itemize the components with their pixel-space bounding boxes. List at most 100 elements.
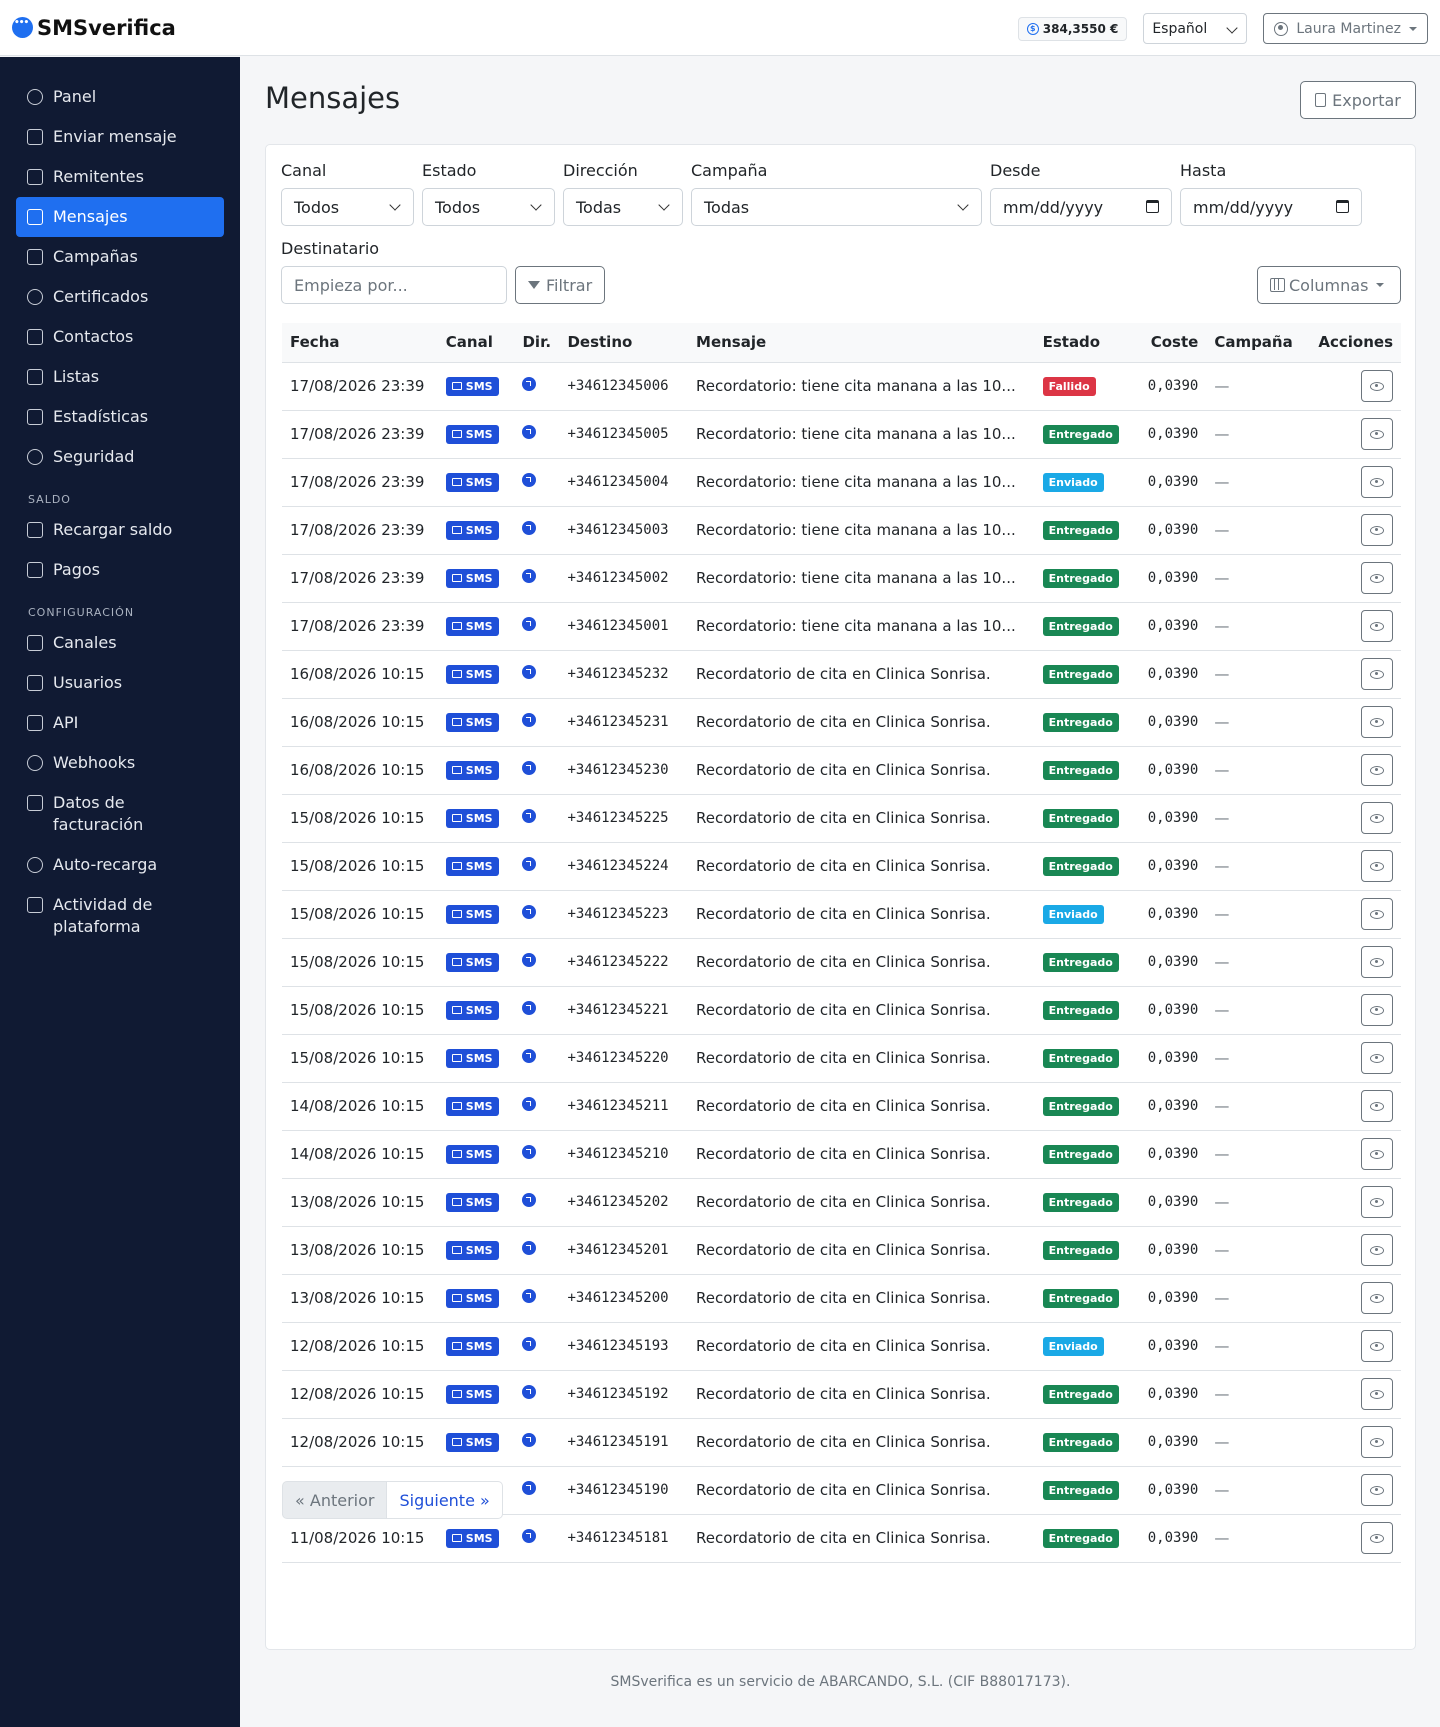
sidebar-item-canales[interactable]: Canales [16, 623, 224, 663]
cell-fecha: 13/08/2026 10:15 [282, 1226, 438, 1275]
view-message-button[interactable] [1361, 994, 1393, 1026]
sidebar-item-listas[interactable]: Listas [16, 357, 224, 397]
sidebar-item-api[interactable]: API [16, 703, 224, 743]
view-message-button[interactable] [1361, 898, 1393, 930]
sidebar-item-contactos[interactable]: Contactos [16, 317, 224, 357]
cell-estado: Entregado [1034, 1178, 1127, 1227]
sidebar-item-label: API [53, 713, 79, 732]
channel-label: SMS [465, 523, 493, 537]
eye-icon [1370, 1245, 1384, 1255]
view-message-button[interactable] [1361, 1330, 1393, 1362]
cell-estado: Enviado [1034, 890, 1127, 939]
view-message-button[interactable] [1361, 1186, 1393, 1218]
sidebar-section-configuracion: CONFIGURACIÓN [28, 606, 135, 619]
sidebar-item-enviar-mensaje[interactable]: Enviar mensaje [16, 117, 224, 157]
header-campana[interactable]: Campaña [1206, 323, 1307, 363]
view-message-button[interactable] [1361, 466, 1393, 498]
cell-dir [514, 1130, 560, 1179]
chat-square-icon [451, 1006, 462, 1015]
user-menu-button[interactable]: Laura Martinez [1263, 13, 1428, 44]
calendar-icon[interactable] [1146, 200, 1159, 213]
sidebar-item-remitentes[interactable]: Remitentes [16, 157, 224, 197]
chat-square-icon [451, 766, 462, 775]
view-message-button[interactable] [1361, 418, 1393, 450]
cell-dir [514, 746, 560, 795]
cell-acciones [1306, 362, 1401, 411]
cell-destino: +34612345005 [559, 410, 689, 459]
calendar-icon[interactable] [1336, 200, 1349, 213]
sidebar-item-auto-recarga[interactable]: Auto-recarga [16, 845, 224, 885]
destinatario-input[interactable]: Empieza por... [281, 266, 507, 304]
view-message-button[interactable] [1361, 754, 1393, 786]
hasta-date-input[interactable]: mm/dd/yyyy [1180, 188, 1362, 226]
cell-dir [514, 1466, 560, 1515]
sidebar-item-certificados[interactable]: Certificados [16, 277, 224, 317]
cell-estado: Entregado [1034, 506, 1127, 555]
header-estado[interactable]: Estado [1034, 323, 1127, 363]
filter-button[interactable]: Filtrar [515, 266, 606, 304]
sidebar-item-usuarios[interactable]: Usuarios [16, 663, 224, 703]
sidebar-item-mensajes[interactable]: Mensajes [16, 197, 224, 237]
prev-page-button[interactable]: « Anterior [282, 1481, 388, 1519]
sidebar-item-panel[interactable]: Panel [16, 77, 224, 117]
header-fecha[interactable]: Fecha [282, 323, 438, 363]
view-message-button[interactable] [1361, 1474, 1393, 1506]
view-message-button[interactable] [1361, 370, 1393, 402]
cell-campana: — [1206, 1514, 1307, 1563]
receipt-icon [27, 562, 43, 578]
language-select[interactable]: Español [1143, 13, 1248, 44]
canal-select[interactable]: Todos [281, 188, 414, 226]
sidebar-item-recargar-saldo[interactable]: Recargar saldo [16, 510, 224, 550]
desde-date-input[interactable]: mm/dd/yyyy [990, 188, 1172, 226]
cell-fecha: 17/08/2026 23:39 [282, 410, 438, 459]
brand-logo[interactable]: SMSverifica [12, 16, 176, 40]
next-page-button[interactable]: Siguiente » [387, 1481, 503, 1519]
export-button[interactable]: Exportar [1300, 81, 1416, 119]
estado-select[interactable]: Todos [422, 188, 555, 226]
status-badge: Entregado [1042, 1049, 1119, 1068]
building-icon [27, 795, 43, 811]
cell-coste: 0,0390 [1126, 410, 1207, 459]
view-message-button[interactable] [1361, 1138, 1393, 1170]
view-message-button[interactable] [1361, 850, 1393, 882]
view-message-button[interactable] [1361, 514, 1393, 546]
view-message-button[interactable] [1361, 1234, 1393, 1266]
view-message-button[interactable] [1361, 1042, 1393, 1074]
sidebar-item-actividad-de-plataforma[interactable]: Actividad de plataforma [16, 885, 224, 947]
table-row: 17/08/2026 23:39 SMS +34612345003 Recordato… [282, 506, 1401, 555]
cell-canal: SMS [437, 554, 515, 603]
campana-select[interactable]: Todas [691, 188, 982, 226]
direccion-select[interactable]: Todas [563, 188, 683, 226]
view-message-button[interactable] [1361, 1426, 1393, 1458]
status-badge: Enviado [1042, 473, 1104, 492]
view-message-button[interactable] [1361, 1378, 1393, 1410]
view-message-button[interactable] [1361, 1090, 1393, 1122]
sidebar-item-seguridad[interactable]: Seguridad [16, 437, 224, 477]
header-dir[interactable]: Dir. [514, 323, 560, 363]
sidebar-item-estadísticas[interactable]: Estadísticas [16, 397, 224, 437]
header-destino[interactable]: Destino [559, 323, 689, 363]
view-message-button[interactable] [1361, 706, 1393, 738]
view-message-button[interactable] [1361, 1522, 1393, 1554]
list-icon [27, 369, 43, 385]
view-message-button[interactable] [1361, 658, 1393, 690]
sidebar-item-webhooks[interactable]: Webhooks [16, 743, 224, 783]
header-coste[interactable]: Coste [1126, 323, 1207, 363]
columns-button[interactable]: Columnas [1257, 266, 1401, 304]
view-message-button[interactable] [1361, 802, 1393, 834]
cell-acciones [1306, 890, 1401, 939]
sidebar-item-datos-de-facturación[interactable]: Datos de facturación [16, 783, 224, 845]
cell-canal: SMS [437, 986, 515, 1035]
view-message-button[interactable] [1361, 562, 1393, 594]
cell-destino: +34612345202 [559, 1178, 689, 1227]
table-row: 11/08/2026 10:15 SMS +34612345181 Recordato… [282, 1514, 1401, 1563]
header-mensaje[interactable]: Mensaje [688, 323, 1035, 363]
header-canal[interactable]: Canal [437, 323, 515, 363]
sidebar-item-campañas[interactable]: Campañas [16, 237, 224, 277]
credit-card-icon [27, 522, 43, 538]
view-message-button[interactable] [1361, 610, 1393, 642]
view-message-button[interactable] [1361, 1282, 1393, 1314]
sidebar-item-pagos[interactable]: Pagos [16, 550, 224, 590]
view-message-button[interactable] [1361, 946, 1393, 978]
cell-acciones [1306, 746, 1401, 795]
